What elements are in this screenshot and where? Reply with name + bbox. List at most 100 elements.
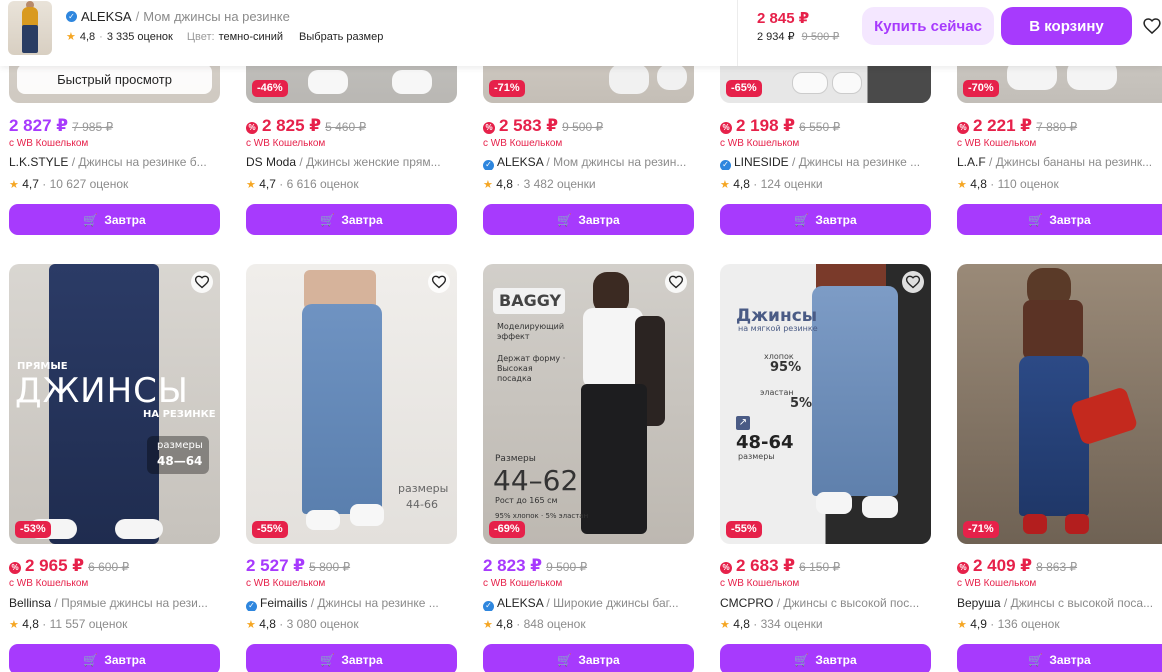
dot-separator: · [42,617,47,631]
favorite-heart-icon[interactable] [1142,16,1162,36]
product-name[interactable]: L.A.F / Джинсы бананы на резинк... [957,155,1162,169]
sale-icon: % [720,122,732,134]
product-name[interactable]: ✓ ALEKSA / Широкие джинсы баг... [483,596,694,611]
price: 2 583 ₽ [499,116,559,135]
select-size-link[interactable]: Выбрать размер [299,31,383,43]
product-name[interactable]: CMCPRO / Джинсы с высокой пос... [720,596,931,610]
product-image[interactable]: BAGGY Моделирующий эффект Держат форму ·… [483,264,694,544]
wallet-label: с WB Кошельком [246,578,326,589]
dot-separator: · [279,177,284,191]
thumbnail-figure-top [22,7,38,27]
favorite-heart-icon[interactable] [665,271,687,293]
top-shape [583,308,643,388]
price-row: % 2 221 ₽ 7 880 ₽ [957,116,1077,136]
product-name[interactable]: DS Moda / Джинсы женские прям... [246,155,457,169]
discount-badge: -65% [726,79,762,97]
brand-name[interactable]: ALEKSA [81,9,132,24]
top-shape [1023,300,1083,360]
price: 2 825 ₽ [262,116,322,135]
product-image[interactable]: размеры 44-66 -55% [246,264,457,544]
product-name[interactable]: ✓ ALEKSA / Мом джинсы на резин... [483,155,694,170]
deliver-label: Завтра [578,652,620,667]
buy-now-button[interactable]: Купить сейчас [862,7,994,45]
top-shape [816,264,886,288]
product-name[interactable]: L.K.STYLE / Джинсы на резинке б... [9,155,220,169]
jeans-shape [302,304,382,514]
discount-badge: -70% [963,79,999,97]
discount-badge: -55% [726,520,762,538]
price: 2 827 ₽ [9,116,69,135]
separator: / [54,596,58,610]
discount-badge: -71% [963,520,999,538]
product-image[interactable]: ПРЯМЫЕ ДЖИНСЫ НА РЕЗИНКЕ размеры 48—64 -… [9,264,220,544]
rating-value: 4,8 [970,177,987,191]
rating-row: ★ 4,8 · 110 оценок [957,177,1059,191]
favorite-heart-icon[interactable] [428,271,450,293]
sale-icon: % [483,122,495,134]
dot-separator: · [279,617,284,631]
product-name[interactable]: ✓ LINESIDE / Джинсы на резинке ... [720,155,931,170]
product-name[interactable]: Веруша / Джинсы с высокой поса... [957,596,1162,610]
wallet-label: с WB Кошельком [720,138,800,149]
reviews-count: 848 оценок [523,617,586,631]
product-info-row: ★ 4,8 · 3 335 оценок Цвет: темно-синий В… [66,30,383,44]
rating-value: 4,8 [496,617,513,631]
favorite-heart-icon[interactable] [902,271,924,293]
image-caption: 5% [790,396,813,411]
price-row: % 2 965 ₽ 6 600 ₽ [9,556,129,576]
dot-separator: · [516,177,521,191]
jeans-shape [812,286,898,496]
verified-check-icon: ✓ [720,159,731,170]
image-caption: размеры [398,482,449,495]
cart-icon: 🛒 [83,212,99,227]
star-icon: ★ [246,619,256,631]
brand-name: CMCPRO [720,596,774,610]
deliver-tomorrow-button[interactable]: 🛒 Завтра [957,644,1162,672]
wallet-label: с WB Кошельком [957,138,1037,149]
old-price: 7 880 ₽ [1036,120,1078,134]
deliver-label: Завтра [578,212,620,227]
deliver-tomorrow-button[interactable]: 🛒 Завтра [720,644,931,672]
rating-row: ★ 4,8 · 334 оценки [720,617,823,631]
rating-value: 4,7 [22,177,39,191]
star-icon: ★ [957,619,967,631]
deliver-tomorrow-button[interactable]: 🛒 Завтра [9,644,220,672]
deliver-tomorrow-button[interactable]: 🛒 Завтра [483,644,694,672]
wallet-label: с WB Кошельком [483,578,563,589]
wallet-price: 2 934 ₽ [757,31,795,43]
product-name[interactable]: ✓ Feimailis / Джинсы на резинке ... [246,596,457,611]
product-image[interactable]: Джинсы на мягкой резинке хлопок 95% элас… [720,264,931,544]
product-thumbnail[interactable] [8,1,52,55]
deliver-tomorrow-button[interactable]: 🛒 Завтра [9,204,220,235]
separator: / [71,155,76,169]
cart-icon: 🛒 [1028,652,1044,667]
wallet-label: с WB Кошельком [246,138,326,149]
old-price: 5 460 ₽ [325,120,367,134]
image-caption: 95% [770,360,802,375]
image-caption: Размеры [495,454,536,464]
deliver-tomorrow-button[interactable]: 🛒 Завтра [957,204,1162,235]
product-name[interactable]: Bellinsa / Прямые джинсы на рези... [9,596,220,610]
favorite-heart-icon[interactable] [191,271,213,293]
arrow-up-right-icon: ↗ [736,416,750,430]
brand-name: L.K.STYLE [9,155,69,169]
add-to-cart-button[interactable]: В корзину [1001,7,1132,45]
brand-name: Bellinsa [9,596,52,610]
deliver-tomorrow-button[interactable]: 🛒 Завтра [246,644,457,672]
price: 2 527 ₽ [246,556,306,575]
brand-name: LINESIDE [734,155,789,169]
deliver-tomorrow-button[interactable]: 🛒 Завтра [720,204,931,235]
price: 2 823 ₽ [483,556,543,575]
color-value: темно-синий [218,30,284,43]
deliver-label: Завтра [1049,652,1091,667]
quick-view-button[interactable]: Быстрый просмотр [17,64,212,94]
old-price: 8 863 ₽ [1036,560,1078,574]
product-image[interactable]: -71% [957,264,1162,544]
deliver-tomorrow-button[interactable]: 🛒 Завтра [483,204,694,235]
product-description: Джинсы бананы на резинк... [995,155,1153,169]
deliver-label: Завтра [815,652,857,667]
sneaker-shape [308,70,348,94]
deliver-tomorrow-button[interactable]: 🛒 Завтра [246,204,457,235]
sale-icon: % [9,562,21,574]
reviews-count[interactable]: 3 335 оценок [107,31,173,43]
